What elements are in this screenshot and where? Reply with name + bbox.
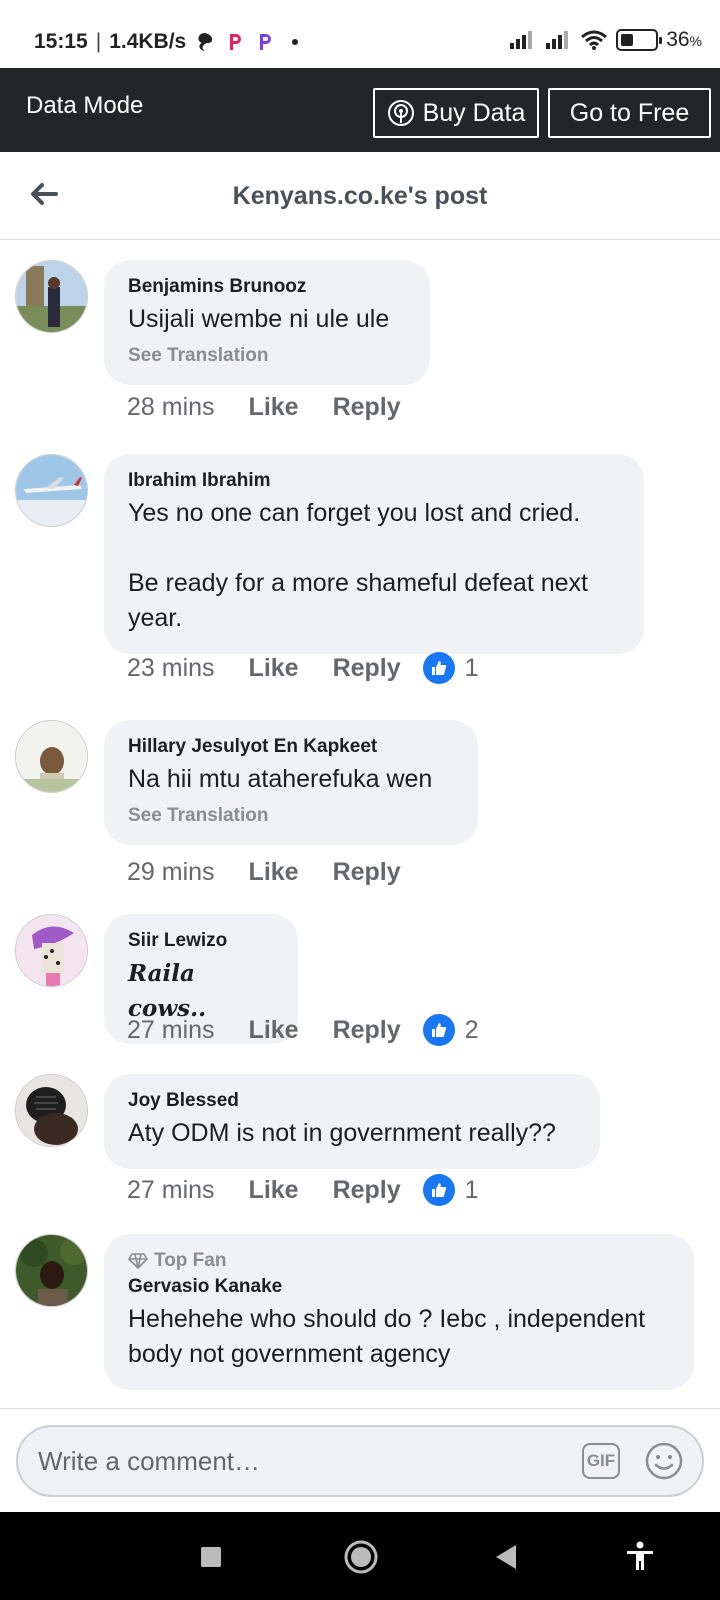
reaction-count[interactable]: 1 xyxy=(422,652,479,684)
avatar-photo xyxy=(16,261,87,332)
comment-time[interactable]: 28 mins xyxy=(127,393,215,422)
app-p-icon xyxy=(260,34,272,50)
status-right: 36% xyxy=(508,28,702,52)
comment-actions: 29 mins Like Reply xyxy=(127,858,423,887)
like-button[interactable]: Like xyxy=(249,654,299,683)
comment-text: Na hii mtu ataherefuka wen xyxy=(128,765,433,793)
like-button[interactable]: Like xyxy=(249,393,299,422)
reaction-count[interactable]: 2 xyxy=(422,1014,479,1046)
post-header: Kenyans.co.ke's post xyxy=(0,152,720,240)
comment-author[interactable]: Joy Blessed xyxy=(128,1090,576,1112)
like-button[interactable]: Like xyxy=(249,1016,299,1045)
comment-actions: 27 mins Like Reply 2 xyxy=(127,1014,479,1046)
swirl-icon xyxy=(198,33,213,51)
top-fan-label: Top Fan xyxy=(154,1250,227,1271)
top-fan-badge: Top Fan xyxy=(128,1250,670,1272)
comment-time[interactable]: 29 mins xyxy=(127,858,215,887)
avatar-photo xyxy=(16,1235,87,1306)
recents-icon[interactable] xyxy=(200,1546,222,1568)
status-bar: 15:15 | 1.4KB/s 36% xyxy=(0,0,720,68)
reply-button[interactable]: Reply xyxy=(333,1176,401,1205)
comment-time[interactable]: 27 mins xyxy=(127,1016,215,1045)
comment-time[interactable]: 27 mins xyxy=(127,1176,215,1205)
avatar-photo xyxy=(16,915,87,986)
comment-author[interactable]: Siir Lewizo xyxy=(128,930,274,952)
accessibility-icon[interactable] xyxy=(624,1540,656,1572)
status-separator: | xyxy=(95,30,102,53)
comment-text: Yes no one can forget you lost and cried… xyxy=(128,499,588,632)
gif-button[interactable]: GIF xyxy=(582,1443,620,1479)
reaction-count[interactable]: 1 xyxy=(422,1174,479,1206)
reaction-number: 2 xyxy=(464,1015,479,1044)
battery-unit: % xyxy=(689,33,702,49)
like-button[interactable]: Like xyxy=(249,1176,299,1205)
comment-bubble[interactable]: Top Fan Gervasio Kanake Hehehehe who sho… xyxy=(104,1234,694,1390)
avatar[interactable] xyxy=(15,720,88,793)
thumbs-up-icon xyxy=(422,1014,455,1046)
status-time: 15:15 xyxy=(34,30,88,53)
comment-actions: 28 mins Like Reply xyxy=(127,393,423,422)
navigation-bar xyxy=(0,1512,720,1600)
avatar-photo xyxy=(16,455,87,526)
battery-fill xyxy=(621,34,634,46)
avatar[interactable] xyxy=(15,260,88,333)
comment-bubble[interactable]: Joy Blessed Aty ODM is not in government… xyxy=(104,1074,600,1169)
comment-bubble[interactable]: Benjamins Brunooz Usijali wembe ni ule u… xyxy=(104,260,430,385)
buy-data-label: Buy Data xyxy=(422,98,526,127)
comment-time[interactable]: 23 mins xyxy=(127,654,215,683)
reply-button[interactable]: Reply xyxy=(333,393,401,422)
status-left: 15:15 | 1.4KB/s xyxy=(34,30,306,54)
comment-text: Hehehehe who should do ? Iebc , independ… xyxy=(128,1305,653,1368)
comment-author[interactable]: Benjamins Brunooz xyxy=(128,276,406,298)
comment-text: Aty ODM is not in government really?? xyxy=(128,1119,556,1147)
comment-author[interactable]: Gervasio Kanake xyxy=(128,1276,670,1298)
page-title: Kenyans.co.ke's post xyxy=(232,182,488,210)
thumbs-up-icon xyxy=(422,1174,455,1206)
avatar-photo xyxy=(16,1075,87,1146)
comment-actions: 23 mins Like Reply 1 xyxy=(127,652,479,684)
see-translation-link[interactable]: See Translation xyxy=(128,345,406,367)
comment-text: Usijali wembe ni ule ule xyxy=(128,305,390,333)
broadcast-icon xyxy=(387,100,414,126)
go-to-free-button[interactable]: Go to Free xyxy=(548,88,711,138)
comment-composer: Write a comment… GIF xyxy=(0,1408,720,1512)
battery-value: 36 xyxy=(666,28,690,51)
comment-actions: 27 mins Like Reply 1 xyxy=(127,1174,479,1206)
battery-icon xyxy=(616,29,663,51)
dot-icon xyxy=(292,39,299,45)
data-mode-title: Data Mode xyxy=(26,92,144,119)
see-translation-link[interactable]: See Translation xyxy=(128,805,454,827)
avatar[interactable] xyxy=(15,1074,88,1147)
avatar-photo xyxy=(16,721,87,792)
thumbs-up-icon xyxy=(422,652,455,684)
emoji-icon[interactable] xyxy=(644,1441,684,1481)
reply-button[interactable]: Reply xyxy=(333,654,401,683)
app-p-icon xyxy=(230,34,242,50)
signal-icon xyxy=(510,31,533,49)
like-button[interactable]: Like xyxy=(249,858,299,887)
diamond-icon xyxy=(128,1253,148,1269)
reply-button[interactable]: Reply xyxy=(333,1016,401,1045)
battery-percent: 36% xyxy=(666,28,702,52)
reaction-number: 1 xyxy=(464,1175,479,1204)
avatar[interactable] xyxy=(15,1234,88,1307)
comment-author[interactable]: Hillary Jesulyot En Kapkeet xyxy=(128,736,454,758)
comment-author[interactable]: Ibrahim Ibrahim xyxy=(128,470,620,492)
reply-button[interactable]: Reply xyxy=(333,858,401,887)
wifi-icon xyxy=(581,30,608,50)
avatar[interactable] xyxy=(15,454,88,527)
signal-icon xyxy=(546,31,569,49)
avatar[interactable] xyxy=(15,914,88,987)
buy-data-button[interactable]: Buy Data xyxy=(373,88,539,138)
comment-bubble[interactable]: Ibrahim Ibrahim Yes no one can forget yo… xyxy=(104,454,644,654)
home-icon[interactable] xyxy=(343,1539,379,1575)
back-icon[interactable] xyxy=(494,1544,518,1570)
network-speed: 1.4KB/s xyxy=(109,30,187,53)
comment-bubble[interactable]: Hillary Jesulyot En Kapkeet Na hii mtu a… xyxy=(104,720,478,845)
reaction-number: 1 xyxy=(464,653,479,682)
data-mode-bar: Data Mode Buy Data Go to Free xyxy=(0,68,720,152)
